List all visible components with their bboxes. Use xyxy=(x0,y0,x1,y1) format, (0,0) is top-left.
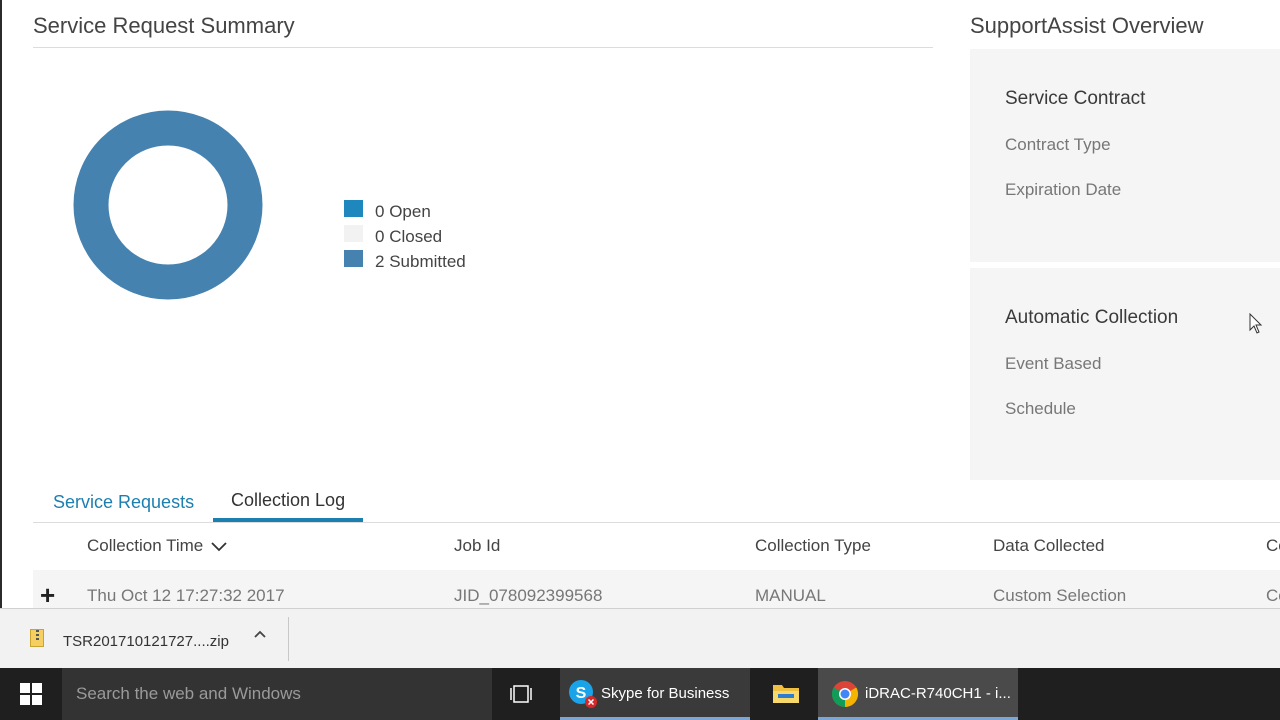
taskbar-app-chrome-label: iDRAC-R740CH1 - i... xyxy=(865,685,1011,702)
legend-item-submitted: 2 Submitted xyxy=(344,249,466,274)
column-header-collection-type[interactable]: Collection Type xyxy=(755,536,871,556)
taskbar-search-box[interactable]: Search the web and Windows xyxy=(62,668,492,720)
tab-divider xyxy=(33,522,1280,523)
contract-type-label: Contract Type xyxy=(1005,135,1111,154)
expand-plus-icon[interactable]: + xyxy=(40,582,55,608)
windows-taskbar: Search the web and Windows S Skype for B… xyxy=(0,668,1280,720)
legend-swatch-closed xyxy=(344,225,363,242)
legend-item-open: 0 Open xyxy=(344,199,466,224)
legend-label-closed: Closed xyxy=(389,226,443,246)
automatic-collection-title: Automatic Collection xyxy=(1005,307,1179,328)
service-request-donut-chart xyxy=(73,110,263,300)
svg-text:S: S xyxy=(576,685,587,702)
legend-count-open: 0 xyxy=(375,201,385,221)
column-header-job-id[interactable]: Job Id xyxy=(454,536,500,556)
chevron-down-icon xyxy=(211,542,227,552)
zip-file-icon xyxy=(30,629,44,647)
legend-label-open: Open xyxy=(389,201,431,221)
cell-collection-type: MANUAL xyxy=(755,586,826,605)
summary-title: Service Request Summary xyxy=(33,13,295,38)
skype-icon: S xyxy=(569,680,597,708)
cell-truncated: Co xyxy=(1266,586,1280,605)
automatic-collection-card: Automatic Collection Event Based Schedul… xyxy=(970,268,1280,480)
chrome-icon xyxy=(831,681,859,708)
column-header-collection-time[interactable]: Collection Time xyxy=(87,536,229,556)
window-edge xyxy=(0,0,2,668)
file-explorer-icon xyxy=(773,685,799,703)
summary-divider xyxy=(33,47,933,48)
legend-item-closed: 0 Closed xyxy=(344,224,466,249)
tab-service-requests[interactable]: Service Requests xyxy=(35,490,212,522)
cell-job-id: JID_078092399568 xyxy=(454,586,603,605)
taskbar-app-file-explorer[interactable] xyxy=(760,668,812,720)
column-header-collection-time-label: Collection Time xyxy=(87,536,204,555)
event-based-label: Event Based xyxy=(1005,354,1102,373)
download-separator xyxy=(288,617,289,661)
donut-slice-submitted xyxy=(73,110,263,300)
cell-data-collected: Custom Selection xyxy=(993,586,1127,605)
cell-collection-time: Thu Oct 12 17:27:32 2017 xyxy=(87,586,285,605)
legend-count-submitted: 2 xyxy=(375,251,385,271)
service-contract-card: Service Contract Contract Type Expiratio… xyxy=(970,49,1280,262)
mouse-cursor-icon xyxy=(1249,313,1263,334)
download-bar: TSR201710121727....zip xyxy=(0,608,1280,668)
task-view-icon[interactable] xyxy=(510,684,532,704)
taskbar-app-chrome[interactable]: iDRAC-R740CH1 - i... xyxy=(818,668,1018,720)
column-header-data-collected[interactable]: Data Collected xyxy=(993,536,1105,556)
tab-collection-log[interactable]: Collection Log xyxy=(213,488,364,522)
overview-title: SupportAssist Overview xyxy=(970,13,1204,38)
taskbar-app-skype-label: Skype for Business xyxy=(601,685,730,702)
download-filename[interactable]: TSR201710121727....zip xyxy=(63,633,229,650)
legend-count-closed: 0 xyxy=(375,226,385,246)
taskbar-app-skype[interactable]: S Skype for Business xyxy=(560,668,750,720)
chart-legend: 0 Open 0 Closed 2 Submitted xyxy=(344,199,466,274)
schedule-label: Schedule xyxy=(1005,399,1076,418)
service-contract-title: Service Contract xyxy=(1005,88,1146,109)
chevron-up-icon[interactable] xyxy=(253,629,267,639)
legend-swatch-submitted xyxy=(344,250,363,267)
legend-swatch-open xyxy=(344,200,363,217)
expiration-date-label: Expiration Date xyxy=(1005,180,1122,199)
taskbar-search-placeholder: Search the web and Windows xyxy=(76,684,301,703)
legend-label-submitted: Submitted xyxy=(389,251,466,271)
windows-start-icon[interactable] xyxy=(20,683,42,705)
column-header-truncated[interactable]: Co xyxy=(1266,536,1280,556)
